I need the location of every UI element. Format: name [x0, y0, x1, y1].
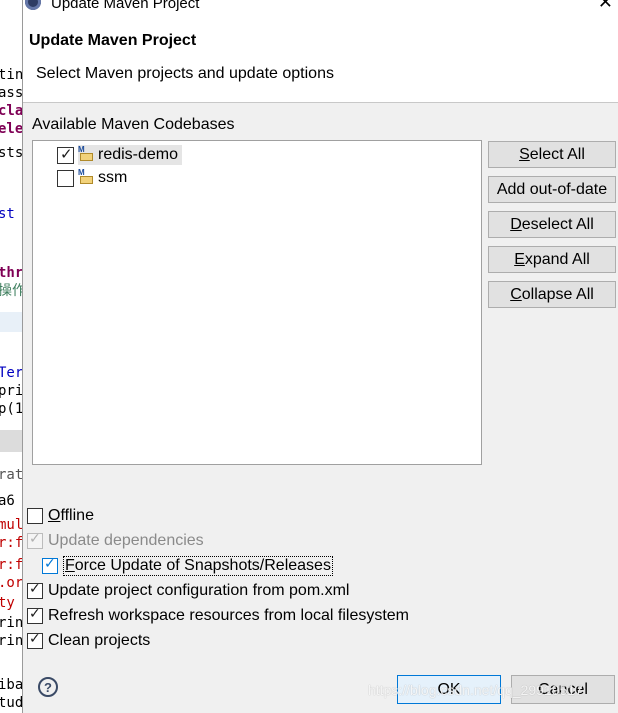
offline-option[interactable]: Offline: [27, 505, 94, 527]
tree-item-label: redis-demo: [98, 146, 179, 163]
tree-item-label: ssm: [98, 169, 128, 186]
option-label: Update project configuration from pom.xm…: [48, 582, 350, 599]
mnemonic: C: [510, 285, 522, 303]
checkmark-icon: ✓: [29, 531, 41, 547]
collapse-all-button[interactable]: Collapse All: [488, 281, 616, 308]
tree-item-checkbox[interactable]: [57, 169, 74, 187]
window-title: Update Maven Project: [51, 0, 200, 12]
mnemonic: F: [65, 557, 75, 574]
deselect-all-button[interactable]: Deselect All: [488, 211, 616, 238]
select-all-button[interactable]: Select All: [488, 141, 616, 168]
add-out-of-date-button[interactable]: Add out-of-date: [488, 176, 616, 203]
update-dependencies-checkbox: ✓: [27, 531, 43, 549]
code-line: ty: [0, 595, 15, 611]
mnemonic: D: [510, 215, 522, 233]
code-line: rin: [0, 633, 22, 649]
code-line: p(1: [0, 401, 22, 417]
option-label: Clean projects: [48, 632, 151, 649]
code-line: thr: [0, 265, 22, 281]
code-line: ele: [0, 121, 22, 137]
dialog-header: Update Maven Project Select Maven projec…: [23, 20, 618, 103]
code-line: st: [0, 206, 15, 222]
page-description: Select Maven projects and update options: [36, 65, 334, 82]
clean-projects-checkbox[interactable]: ✓: [27, 631, 43, 649]
editor-highlight-band: [0, 312, 22, 332]
tree-item-redis-demo[interactable]: ✓ M redis-demo: [33, 144, 183, 166]
refresh-workspace-option[interactable]: ✓ Refresh workspace resources from local…: [27, 605, 409, 627]
mnemonic: S: [519, 145, 530, 163]
tree-item-ssm[interactable]: M ssm: [33, 167, 131, 189]
code-line: mul: [0, 517, 22, 533]
page-title: Update Maven Project: [29, 32, 197, 49]
maven-project-icon: M: [78, 145, 94, 163]
code-line: r:f: [0, 535, 22, 551]
force-update-checkbox[interactable]: ✓: [42, 556, 58, 574]
help-icon[interactable]: ?: [38, 677, 58, 697]
tree-item-checkbox[interactable]: ✓: [57, 144, 74, 164]
code-line: Ter: [0, 365, 22, 381]
watermark: https://blog.csdn.net/qq_29919517: [368, 682, 583, 698]
code-line: rati: [0, 467, 22, 483]
checkmark-icon: ✓: [60, 144, 73, 163]
update-maven-project-dialog: Update Maven Project ✕ Update Maven Proj…: [22, 0, 618, 713]
checkmark-icon: ✓: [44, 556, 56, 572]
button-label: xpand All: [524, 250, 590, 268]
close-icon[interactable]: ✕: [598, 0, 613, 13]
code-line: a6: [0, 493, 15, 509]
update-config-checkbox[interactable]: ✓: [27, 581, 43, 599]
codebases-label: Available Maven Codebases: [32, 116, 235, 133]
option-label: orce Update of Snapshots/Releases: [74, 557, 331, 574]
code-line: .or: [0, 575, 22, 591]
code-line: ass: [0, 85, 22, 101]
update-config-option[interactable]: ✓ Update project configuration from pom.…: [27, 580, 349, 602]
background-editor: tin ass cla ele sts st thr 操作 Ter pri p(1 rati a6 mul…: [0, 0, 22, 713]
button-label: elect All: [529, 145, 585, 163]
option-label: Update dependencies: [48, 532, 204, 549]
eclipse-app-icon: [25, 0, 41, 10]
option-label: ffline: [60, 507, 94, 524]
button-label: eselect All: [521, 215, 594, 233]
code-line: tud: [0, 695, 22, 711]
checkmark-icon: ✓: [29, 606, 41, 622]
clean-projects-option[interactable]: ✓ Clean projects: [27, 630, 150, 652]
force-update-option[interactable]: ✓ Force Update of Snapshots/Releases: [42, 555, 333, 577]
codebases-tree[interactable]: ✓ M redis-demo M ssm: [32, 140, 482, 465]
code-line: tin: [0, 67, 22, 83]
mnemonic: O: [48, 507, 61, 524]
refresh-workspace-checkbox[interactable]: ✓: [27, 606, 43, 624]
code-line: sts: [0, 145, 22, 161]
offline-checkbox[interactable]: [27, 508, 43, 524]
button-label: Add out-of-date: [496, 180, 608, 198]
code-line: cla: [0, 103, 22, 119]
code-line: r:f: [0, 557, 22, 573]
code-line: 操作: [0, 283, 22, 299]
code-line: pri: [0, 383, 22, 399]
update-dependencies-option: ✓ Update dependencies: [27, 530, 204, 552]
checkmark-icon: ✓: [29, 581, 41, 597]
code-line: rin: [0, 615, 22, 631]
maven-project-icon: M: [78, 168, 94, 186]
title-bar: Update Maven Project ✕: [23, 0, 618, 20]
option-label: Refresh workspace resources from local f…: [48, 607, 410, 624]
checkmark-icon: ✓: [29, 631, 41, 647]
expand-all-button[interactable]: Expand All: [488, 246, 616, 273]
code-line: iba: [0, 677, 22, 693]
button-label: ollapse All: [521, 285, 594, 303]
editor-separator-band: [0, 430, 22, 452]
mnemonic: E: [514, 250, 525, 268]
